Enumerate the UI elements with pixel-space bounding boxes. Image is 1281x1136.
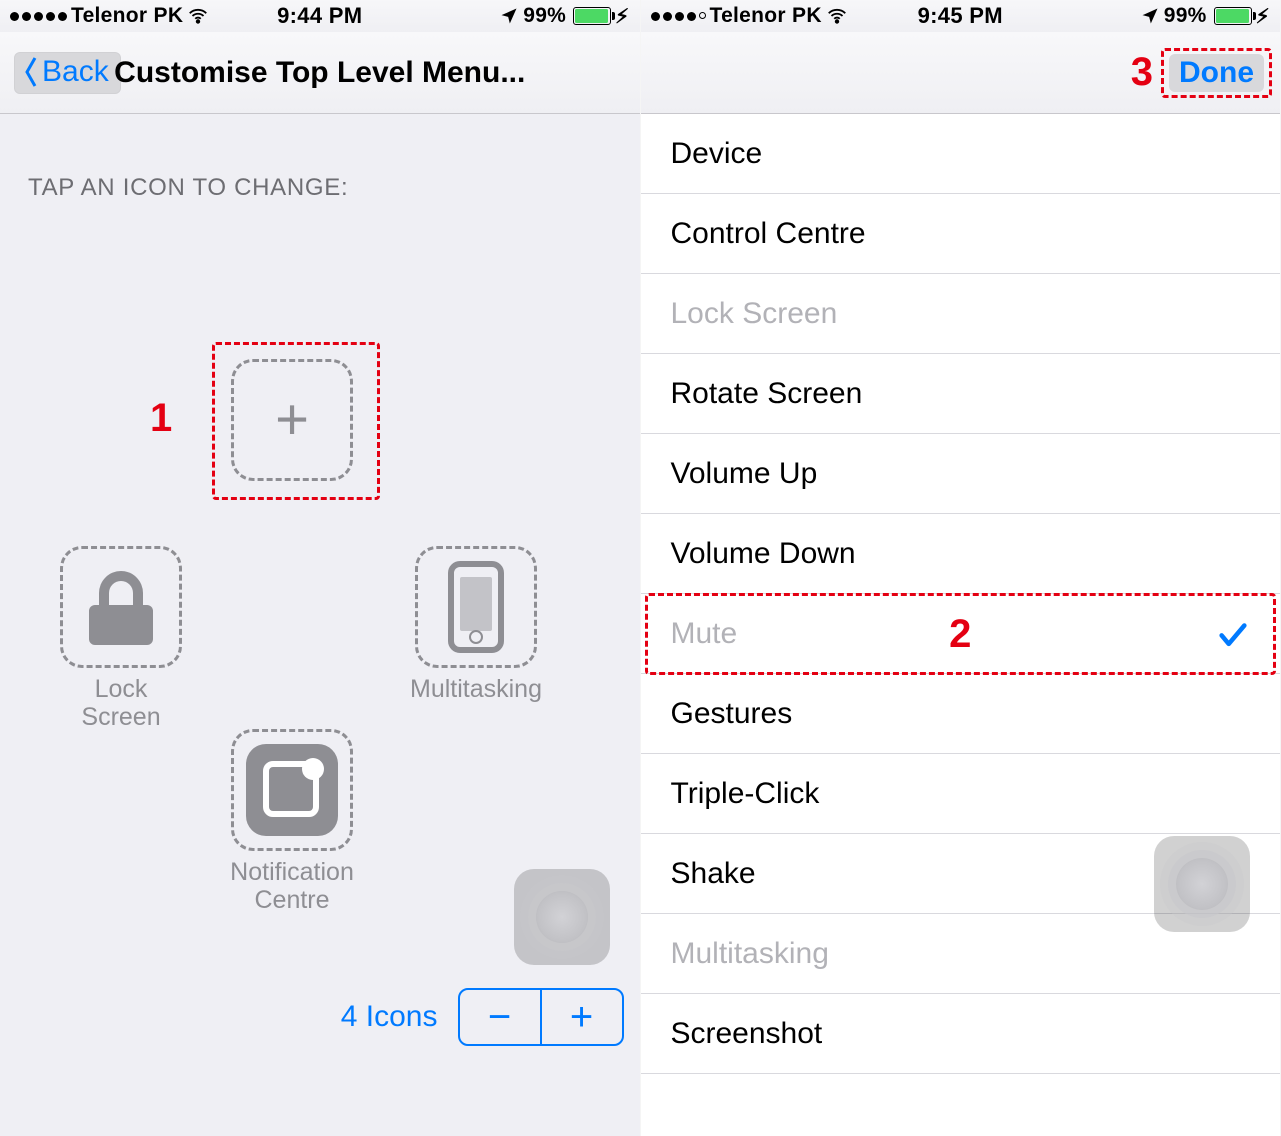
stepper-plus-button[interactable]: + xyxy=(540,990,622,1044)
wifi-icon xyxy=(826,5,848,27)
lock-icon xyxy=(81,567,161,647)
slot-multitasking-label: Multitasking xyxy=(410,676,542,704)
signal-dots-icon xyxy=(10,12,67,21)
nav-bar: Back Customise Top Level Menu... xyxy=(0,32,640,114)
list-item[interactable]: Device xyxy=(641,114,1281,194)
battery-percent-label: 99% xyxy=(523,4,566,28)
battery-icon xyxy=(1214,7,1252,25)
customise-top-level-content: TAP AN ICON TO CHANGE: + 1 Lock Screen M… xyxy=(0,114,640,1136)
screen-choose-action: Telenor PK 9:45 PM 99% ⚡︎ 3 Done xyxy=(641,0,1281,1136)
list-item-label: Volume Up xyxy=(671,457,818,491)
notification-centre-icon xyxy=(246,744,338,836)
assistive-touch-button[interactable] xyxy=(1154,836,1250,932)
annotation-number-3: 3 xyxy=(1131,50,1153,95)
signal-dots-icon xyxy=(651,12,706,21)
list-item[interactable]: Screenshot xyxy=(641,994,1281,1074)
annotation-number-2: 2 xyxy=(949,612,971,657)
list-item[interactable]: Volume Down xyxy=(641,514,1281,594)
time-label: 9:44 PM xyxy=(277,3,362,29)
status-bar: Telenor PK 9:44 PM 99% ⚡︎ xyxy=(0,0,640,32)
location-icon xyxy=(499,6,519,26)
slot-notification-centre-label: Notification Centre xyxy=(230,859,354,914)
list-item[interactable]: Rotate Screen xyxy=(641,354,1281,434)
icon-count-stepper: − + xyxy=(458,988,624,1046)
slot-lock-screen[interactable]: Lock Screen xyxy=(60,546,182,731)
wifi-icon xyxy=(187,5,209,27)
list-item[interactable]: Lock Screen xyxy=(641,274,1281,354)
list-item-label: Lock Screen xyxy=(671,297,838,331)
action-list[interactable]: Device Control Centre Lock Screen Rotate Sc… xyxy=(641,114,1281,1136)
battery-icon xyxy=(573,7,611,25)
section-label: TAP AN ICON TO CHANGE: xyxy=(0,114,640,202)
list-item-label: Shake xyxy=(671,857,756,891)
list-item-label: Volume Down xyxy=(671,537,856,571)
slot-lock-screen-label: Lock Screen xyxy=(60,676,182,731)
battery-percent-label: 99% xyxy=(1164,4,1207,28)
back-button[interactable]: Back xyxy=(14,52,121,94)
status-bar: Telenor PK 9:45 PM 99% ⚡︎ xyxy=(641,0,1281,32)
annotation-box-3 xyxy=(1161,48,1272,98)
icon-count-label: 4 Icons xyxy=(341,1000,438,1034)
carrier-label: Telenor PK xyxy=(710,4,822,28)
charging-icon: ⚡︎ xyxy=(1256,4,1270,29)
list-item-label: Screenshot xyxy=(671,1017,823,1051)
location-icon xyxy=(1140,6,1160,26)
list-item-label: Triple-Click xyxy=(671,777,820,811)
charging-icon: ⚡︎ xyxy=(615,4,629,29)
screen-customise: Telenor PK 9:44 PM 99% ⚡︎ Back Custom xyxy=(0,0,641,1136)
back-label: Back xyxy=(42,55,109,89)
list-item-label: Gestures xyxy=(671,697,793,731)
slot-notification-centre[interactable]: Notification Centre xyxy=(231,729,353,914)
annotation-box-1 xyxy=(212,342,380,500)
list-item[interactable]: Gestures xyxy=(641,674,1281,754)
list-item-label: Control Centre xyxy=(671,217,866,251)
stepper-minus-button[interactable]: − xyxy=(460,990,540,1044)
list-item-label: Rotate Screen xyxy=(671,377,863,411)
annotation-number-1: 1 xyxy=(150,396,172,441)
nav-bar: 3 Done xyxy=(641,32,1281,114)
list-item-label: Multitasking xyxy=(671,937,829,971)
time-label: 9:45 PM xyxy=(918,3,1003,29)
assistive-touch-button[interactable] xyxy=(514,869,610,965)
carrier-label: Telenor PK xyxy=(71,4,183,28)
phone-icon xyxy=(448,561,504,653)
page-title: Customise Top Level Menu... xyxy=(114,56,525,90)
slot-multitasking[interactable]: Multitasking xyxy=(415,546,537,704)
list-item[interactable]: Control Centre xyxy=(641,194,1281,274)
list-item[interactable]: Volume Up xyxy=(641,434,1281,514)
list-item-label: Device xyxy=(671,137,763,171)
list-item[interactable]: Triple-Click xyxy=(641,754,1281,834)
